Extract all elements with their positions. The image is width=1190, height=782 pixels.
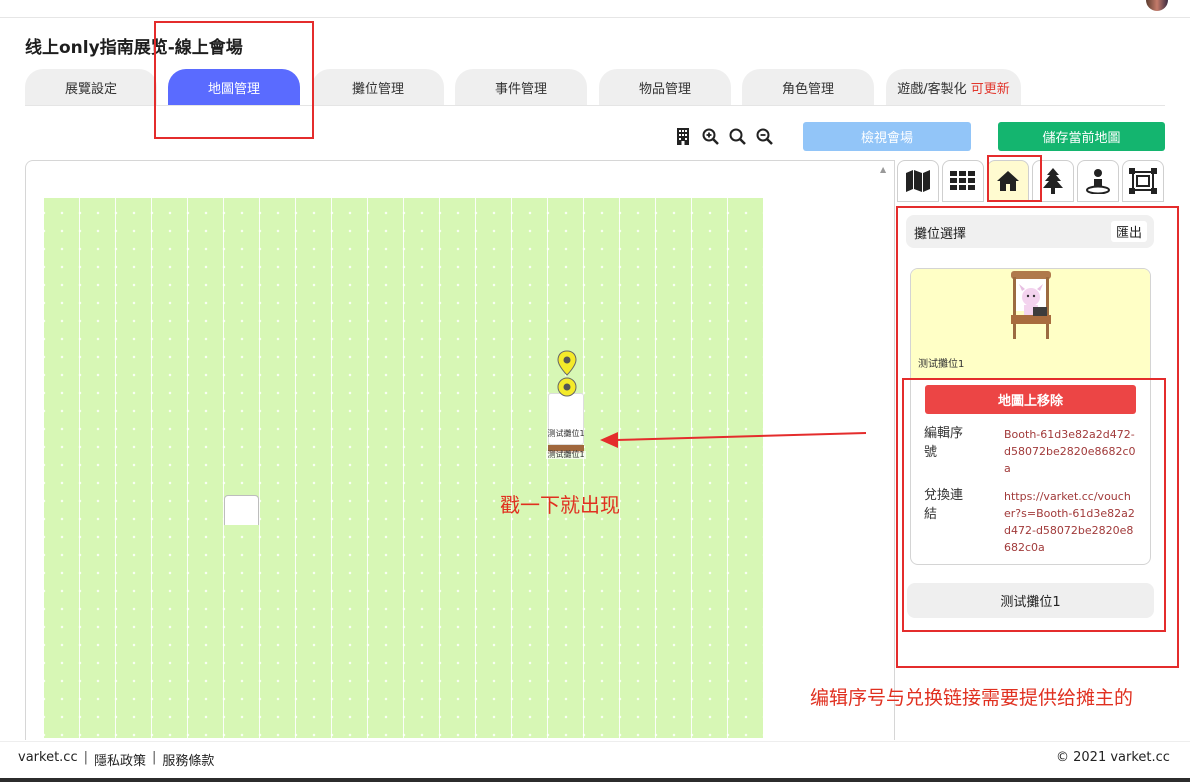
- annotation-box-tool: [987, 155, 1042, 202]
- footer-separator: |: [83, 750, 88, 765]
- export-button[interactable]: 匯出: [1111, 221, 1147, 242]
- booth-list-item[interactable]: 测试攤位1: [907, 583, 1154, 618]
- location-pin-icon[interactable]: [556, 350, 578, 398]
- map-grass-area[interactable]: [44, 198, 763, 738]
- footer-divider: [0, 741, 1190, 742]
- person-pin-icon: [1086, 169, 1110, 194]
- zoom-toolbar: [674, 126, 773, 146]
- grid-tool-button[interactable]: [942, 160, 984, 202]
- bottom-edge-bar: [0, 778, 1190, 782]
- booth-card-preview: 测试攤位1: [911, 269, 1150, 379]
- tree-icon: [1043, 168, 1063, 194]
- booth-character-image: [1011, 271, 1051, 339]
- footer-terms-link[interactable]: 服務條款: [162, 750, 214, 769]
- tab-item-management[interactable]: 物品管理: [599, 69, 731, 105]
- scroll-up-arrow-icon[interactable]: ▲: [880, 165, 890, 175]
- footer-privacy-link[interactable]: 隱私政策: [94, 750, 146, 769]
- search-icon[interactable]: [728, 127, 746, 145]
- booth-map-label-secondary: 测试攤位1: [546, 450, 586, 459]
- booth-select-label: 攤位選擇: [914, 227, 967, 242]
- tab-label: 物品管理: [638, 81, 691, 97]
- remove-from-map-button[interactable]: 地圖上移除: [925, 385, 1136, 414]
- footer-separator: |: [152, 750, 157, 765]
- voucher-link[interactable]: https://varket.cc/voucher?s=Booth-61d3e8…: [1004, 488, 1136, 556]
- annotation-arrow-icon: [600, 432, 867, 448]
- frame-icon: [1129, 168, 1157, 194]
- tab-label: 遊戲/客製化: [897, 81, 967, 97]
- tab-game-custom[interactable]: 遊戲/客製化 可更新: [886, 69, 1021, 105]
- copyright: © 2021 varket.cc: [1056, 750, 1170, 765]
- frame-tool-button[interactable]: [1122, 160, 1164, 202]
- footer-site-link[interactable]: varket.cc: [18, 750, 78, 769]
- voucher-label: 兌換連結: [924, 488, 964, 522]
- tab-event-management[interactable]: 事件管理: [455, 69, 587, 105]
- tab-label: 攤位管理: [351, 81, 404, 97]
- grid-icon: [950, 171, 975, 190]
- serial-value: Booth-61d3e82a2d472-d58072be2820e8682c0a: [1004, 428, 1136, 475]
- annotation-map-note: 戳一下就出现: [500, 493, 620, 517]
- tab-label: 角色管理: [781, 81, 834, 97]
- zoom-in-icon[interactable]: [701, 127, 719, 145]
- save-map-button[interactable]: 儲存當前地圖: [998, 122, 1165, 151]
- annotation-side-note: 编辑序号与兑换链接需要提供给摊主的: [810, 687, 1134, 709]
- avatar[interactable]: [1146, 0, 1168, 11]
- tab-booth-management[interactable]: 攤位管理: [312, 69, 444, 105]
- building-icon[interactable]: [674, 127, 692, 145]
- top-divider: [0, 17, 1190, 18]
- zoom-out-icon[interactable]: [755, 127, 773, 145]
- tab-exhibition-settings[interactable]: 展覽設定: [25, 69, 157, 105]
- serial-label: 編輯序號: [924, 426, 964, 460]
- annotation-box-tab: [154, 21, 314, 139]
- tab-label: 展覽設定: [64, 81, 117, 97]
- booth-map-label: 测试攤位1: [547, 429, 585, 438]
- footer-links: varket.cc | 隱私政策 | 服務條款: [18, 750, 214, 769]
- map-booth[interactable]: 测试攤位1 测试攤位1: [546, 393, 586, 473]
- view-venue-button[interactable]: 檢視會場: [803, 122, 971, 151]
- map-empty-slot[interactable]: [224, 495, 259, 525]
- character-tool-button[interactable]: [1077, 160, 1119, 202]
- booth-card-name: 测试攤位1: [918, 359, 965, 370]
- tab-label: 事件管理: [494, 81, 547, 97]
- tab-update-badge: 可更新: [970, 81, 1010, 97]
- tab-character-management[interactable]: 角色管理: [742, 69, 874, 105]
- map-icon: [906, 170, 930, 192]
- map-tool-button[interactable]: [897, 160, 939, 202]
